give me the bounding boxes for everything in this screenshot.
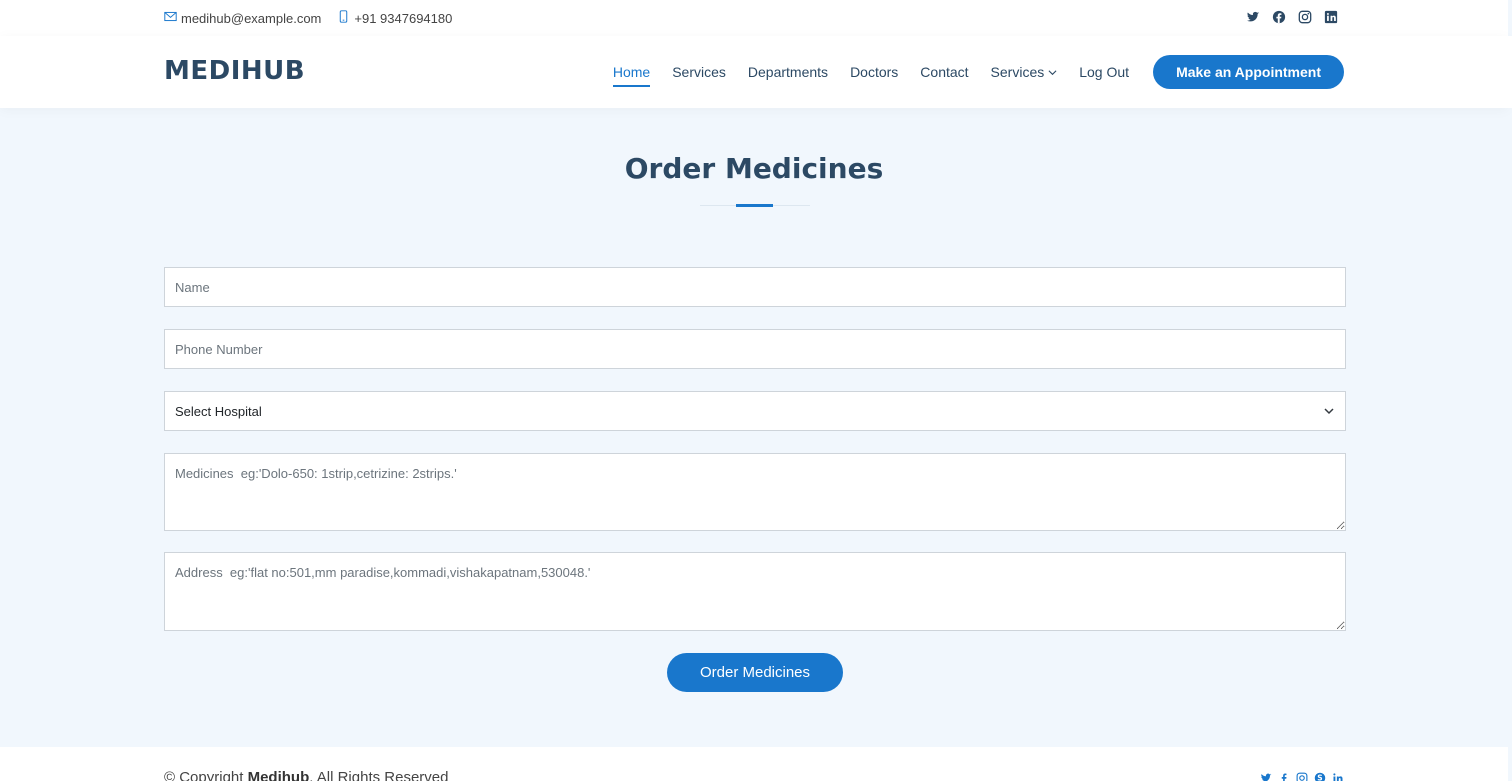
footer: © Copyright Medihub. All Rights Reserved… bbox=[0, 747, 1508, 781]
title-divider-accent bbox=[736, 204, 773, 207]
nav-home[interactable]: Home bbox=[612, 64, 651, 87]
header: MEDIHUB Home Services Departments Doctor… bbox=[0, 36, 1508, 108]
phone-item[interactable]: +91 9347694180 bbox=[337, 10, 452, 26]
twitter-icon[interactable] bbox=[1260, 771, 1272, 781]
logo[interactable]: MEDIHUB bbox=[164, 56, 305, 86]
topbar-social bbox=[1246, 10, 1338, 24]
facebook-icon[interactable] bbox=[1272, 10, 1286, 24]
email-item[interactable]: medihub@example.com bbox=[164, 10, 321, 26]
nav-contact[interactable]: Contact bbox=[920, 64, 968, 80]
topbar: medihub@example.com +91 9347694180 bbox=[0, 0, 1508, 36]
skype-icon[interactable]: S bbox=[1314, 771, 1326, 781]
nav-services-dropdown[interactable]: Services bbox=[991, 64, 1058, 80]
hospital-select[interactable]: Select Hospital bbox=[164, 391, 1346, 431]
section-title: Order Medicines bbox=[0, 152, 1508, 185]
address-textarea[interactable] bbox=[164, 552, 1346, 631]
scrollbar bbox=[1508, 36, 1512, 108]
medicines-textarea[interactable] bbox=[164, 453, 1346, 531]
svg-text:S: S bbox=[1317, 774, 1322, 781]
nav-departments[interactable]: Departments bbox=[748, 64, 828, 80]
copyright-brand: Medihub bbox=[247, 769, 310, 781]
linkedin-icon[interactable] bbox=[1324, 10, 1338, 24]
phone-input[interactable] bbox=[164, 329, 1346, 369]
order-medicines-button[interactable]: Order Medicines bbox=[667, 653, 843, 692]
page-title: Order Medicines bbox=[624, 152, 884, 185]
hospital-select-value: Select Hospital bbox=[175, 403, 262, 419]
main-nav: Home Services Departments Doctors Contac… bbox=[612, 36, 1344, 108]
nav-services[interactable]: Services bbox=[672, 64, 726, 80]
chevron-down-icon bbox=[1048, 69, 1057, 75]
twitter-icon[interactable] bbox=[1246, 10, 1260, 24]
email-text: medihub@example.com bbox=[181, 10, 322, 26]
nav-logout[interactable]: Log Out bbox=[1079, 64, 1129, 80]
copyright-prefix: © Copyright bbox=[164, 769, 248, 781]
facebook-icon[interactable] bbox=[1278, 771, 1290, 781]
copyright: © Copyright Medihub. All Rights Reserved bbox=[164, 769, 448, 781]
nav-doctors[interactable]: Doctors bbox=[850, 64, 898, 80]
instagram-icon[interactable] bbox=[1296, 771, 1308, 781]
contact-info: medihub@example.com +91 9347694180 bbox=[164, 10, 468, 26]
instagram-icon[interactable] bbox=[1298, 10, 1312, 24]
phone-icon bbox=[337, 10, 350, 26]
nav-services-dropdown-label: Services bbox=[990, 64, 1045, 80]
copyright-suffix: . All Rights Reserved bbox=[309, 769, 449, 781]
chevron-down-icon bbox=[1324, 408, 1334, 415]
name-input[interactable] bbox=[164, 267, 1346, 307]
phone-text: +91 9347694180 bbox=[354, 10, 453, 26]
make-appointment-button[interactable]: Make an Appointment bbox=[1153, 55, 1344, 89]
linkedin-icon[interactable] bbox=[1332, 771, 1344, 781]
envelope-icon bbox=[164, 10, 177, 26]
footer-social: S bbox=[1260, 771, 1344, 781]
